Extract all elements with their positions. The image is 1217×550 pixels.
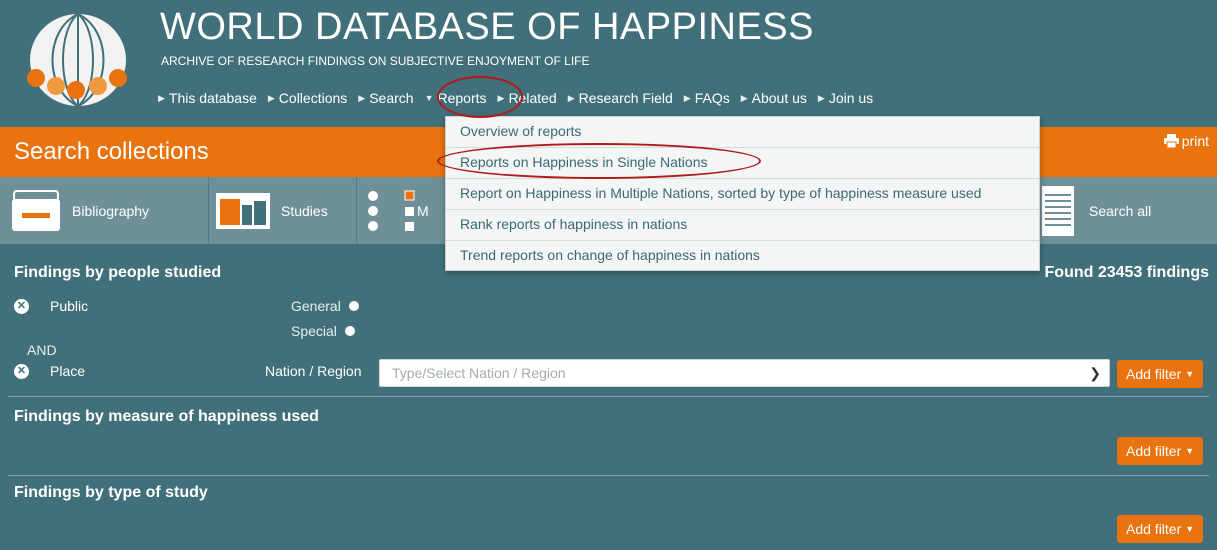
radio-special[interactable]: Special [291, 323, 355, 339]
tab-studies[interactable]: Studies [209, 177, 357, 244]
nav-item-label: Search [369, 90, 414, 106]
caret-right-icon: ▶ [683, 92, 691, 103]
remove-filter-icon[interactable]: ✕ [14, 363, 29, 379]
nav-item-about-us[interactable]: ▶ About us [741, 90, 807, 106]
region-label: Nation / Region [265, 363, 362, 379]
tab-label: Bibliography [72, 202, 150, 219]
nav-item-label: FAQs [694, 90, 730, 106]
nav-item-reports[interactable]: ▼ Reports [425, 90, 487, 106]
remove-filter-icon[interactable]: ✕ [14, 298, 29, 314]
tab-search-all[interactable]: Search all [1037, 177, 1217, 244]
and-label: AND [27, 342, 57, 358]
menu-item-overview-reports[interactable]: Overview of reports [446, 117, 1039, 148]
chevron-down-icon: ❯ [1089, 365, 1101, 381]
region-select[interactable]: Type/Select Nation / Region ❯ [379, 359, 1110, 387]
document-list-icon [1042, 185, 1074, 236]
filter-label-public: Public [50, 298, 89, 314]
menu-item-multiple-nations[interactable]: Report on Happiness in Multiple Nations,… [446, 179, 1039, 210]
nav-item-search[interactable]: ▶ Search [358, 90, 413, 106]
page-title: Search collections [14, 138, 209, 165]
section-title-study: Findings by type of study [14, 484, 208, 501]
divider [8, 475, 1209, 476]
site-title: WORLD DATABASE OF HAPPINESS [160, 6, 814, 48]
nav-item-label: About us [751, 90, 807, 106]
caret-right-icon: ▶ [567, 92, 575, 103]
caret-right-icon: ▶ [817, 92, 825, 103]
nav-item-join-us[interactable]: ▶ Join us [818, 90, 873, 106]
add-filter-button-study[interactable]: Add filter ▼ [1117, 515, 1204, 543]
nav-item-label: Join us [828, 90, 874, 106]
card-drawer-icon [12, 189, 60, 231]
tab-label: Studies [281, 202, 328, 219]
print-link[interactable]: print [1163, 133, 1209, 149]
nav-item-label: Related [508, 90, 557, 106]
reports-dropdown-menu: Overview of reports Reports on Happiness… [445, 116, 1040, 271]
add-filter-label: Add filter [1126, 443, 1182, 459]
radio-dot-icon [344, 326, 355, 336]
filter-public: ✕ Public [14, 298, 88, 314]
nav-item-label: Reports [437, 90, 487, 106]
tab-label: M [417, 202, 429, 219]
caret-down-icon: ▼ [1185, 524, 1195, 534]
tab-bibliography[interactable]: Bibliography [0, 177, 209, 244]
happiness-globe-logo[interactable] [14, 10, 142, 114]
site-header: WORLD DATABASE OF HAPPINESS ARCHIVE OF R… [0, 0, 1217, 126]
menu-item-rank-reports[interactable]: Rank reports of happiness in nations [446, 210, 1039, 241]
tab-measures[interactable]: M [357, 177, 447, 244]
region-placeholder: Type/Select Nation / Region [392, 365, 566, 381]
caret-right-icon: ▶ [158, 92, 165, 103]
tab-label: Search all [1089, 202, 1152, 219]
print-label: print [1181, 133, 1209, 149]
nav-item-collections[interactable]: ▶ Collections [268, 90, 347, 106]
caret-right-icon: ▶ [358, 92, 366, 103]
filter-label-place: Place [50, 363, 86, 379]
main-nav: ▶ This database ▶ Collections ▶ Search ▼ Rep… [158, 90, 884, 106]
add-filter-button-measure[interactable]: Add filter ▼ [1117, 437, 1204, 465]
caret-down-icon: ▼ [1185, 369, 1195, 379]
section-title-people: Findings by people studied [14, 264, 222, 281]
found-count: Found 23453 findings [1044, 264, 1209, 281]
printer-icon [1163, 134, 1179, 148]
nav-item-label: This database [168, 90, 257, 106]
caret-right-icon: ▶ [497, 92, 505, 103]
caret-right-icon: ▶ [740, 92, 748, 103]
menu-item-trend-reports[interactable]: Trend reports on change of happiness in … [446, 241, 1039, 272]
caret-down-icon: ▼ [424, 93, 434, 103]
divider [8, 396, 1209, 397]
section-title-measure: Findings by measure of happiness used [14, 408, 319, 425]
radio-label-special: Special [291, 323, 337, 339]
menu-item-single-nations[interactable]: Reports on Happiness in Single Nations [446, 148, 1039, 179]
radio-label-general: General [291, 298, 341, 314]
nav-item-related[interactable]: ▶ Related [498, 90, 557, 106]
site-subtitle: ARCHIVE OF RESEARCH FINDINGS ON SUBJECTI… [161, 54, 590, 68]
studies-table-icon [216, 192, 270, 229]
add-filter-label: Add filter [1126, 366, 1182, 382]
nav-item-research-field[interactable]: ▶ Research Field [568, 90, 673, 106]
caret-right-icon: ▶ [267, 92, 275, 103]
filter-place: ✕ Place [14, 363, 85, 379]
radio-dot-icon [348, 301, 359, 311]
add-filter-label: Add filter [1126, 521, 1182, 537]
nav-item-this-database[interactable]: ▶ This database [158, 90, 257, 106]
nav-item-label: Collections [278, 90, 348, 106]
radio-general[interactable]: General [291, 298, 359, 314]
nav-item-label: Research Field [578, 90, 673, 106]
nav-item-faqs[interactable]: ▶ FAQs [684, 90, 730, 106]
caret-down-icon: ▼ [1185, 446, 1195, 456]
add-filter-button-place[interactable]: Add filter ▼ [1117, 360, 1204, 388]
happiness-scale-icon [368, 190, 415, 231]
